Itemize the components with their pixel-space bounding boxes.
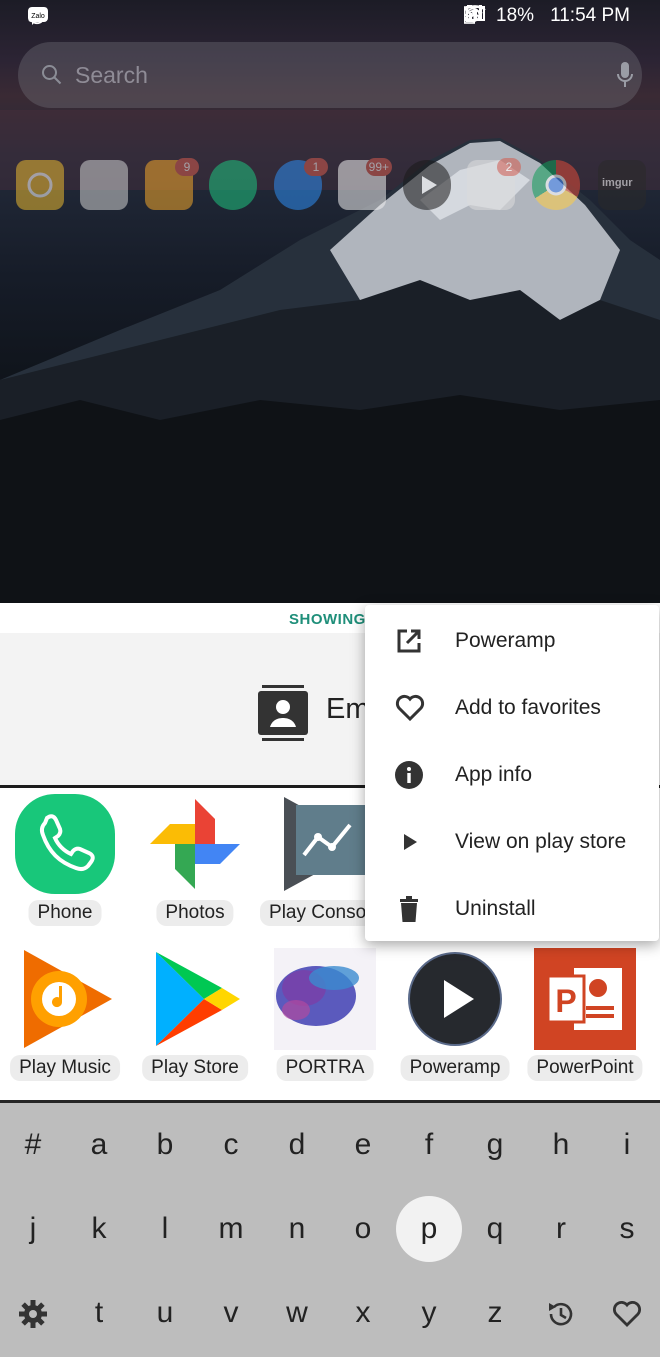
key-w[interactable]: w <box>264 1283 330 1343</box>
badge-count: 1 <box>304 158 328 176</box>
key-settings[interactable] <box>0 1283 66 1343</box>
social-folder-app-icon[interactable]: 2 <box>467 158 521 210</box>
app-label: Poweramp <box>400 1055 510 1081</box>
powerpoint-icon: P <box>534 948 636 1050</box>
home-app-row: 9 1 99+ 2 imgur <box>14 158 654 216</box>
key-i[interactable]: i <box>594 1115 660 1175</box>
svg-text:Zalo: Zalo <box>31 13 45 20</box>
contacts-icon <box>258 685 308 746</box>
badge-count: 2 <box>497 158 521 176</box>
heart-outline-icon <box>395 694 425 722</box>
menu-item-label: Add to favorites <box>455 696 601 719</box>
key-hash[interactable]: # <box>0 1115 66 1175</box>
wallpaper: Zalo 18% 11:54 PM Search 9 1 99+ 2 imgur <box>0 0 660 603</box>
key-t[interactable]: t <box>66 1283 132 1343</box>
menu-item-app-info[interactable]: App info <box>365 741 659 808</box>
key-f[interactable]: f <box>396 1115 462 1175</box>
key-b[interactable]: b <box>132 1115 198 1175</box>
key-y[interactable]: y <box>396 1283 462 1343</box>
open-external-icon <box>395 627 425 655</box>
app-label: PowerPoint <box>527 1055 643 1081</box>
app-label: Photos <box>156 900 234 926</box>
imgur-label: imgur <box>602 177 633 189</box>
play-console-icon <box>274 793 376 895</box>
app-label: PORTRA <box>276 1055 374 1081</box>
key-h[interactable]: h <box>528 1115 594 1175</box>
key-d[interactable]: d <box>264 1115 330 1175</box>
key-j[interactable]: j <box>0 1199 66 1259</box>
alphabet-keyboard: # a b c d e f g h i j k l m n o p q r s … <box>0 1100 660 1357</box>
history-icon <box>549 1302 573 1326</box>
chrome-beta-app-icon[interactable] <box>532 160 580 210</box>
poweramp-icon <box>404 948 506 1050</box>
menu-item-label: View on play store <box>455 830 627 853</box>
phone-app-icon[interactable] <box>209 160 257 210</box>
flower-app-icon[interactable] <box>16 160 64 210</box>
info-icon <box>395 761 425 789</box>
key-q[interactable]: q <box>462 1199 528 1259</box>
settings-gear-icon <box>19 1300 47 1329</box>
menu-item-open-poweramp[interactable]: Poweramp <box>365 607 659 674</box>
key-p[interactable]: p <box>396 1196 462 1262</box>
key-c[interactable]: c <box>198 1115 264 1175</box>
app-label: Play Music <box>10 1055 120 1081</box>
search-bar[interactable]: Search <box>18 42 642 108</box>
key-s[interactable]: s <box>594 1199 660 1259</box>
key-e[interactable]: e <box>330 1115 396 1175</box>
key-z[interactable]: z <box>462 1283 528 1343</box>
key-v[interactable]: v <box>198 1283 264 1343</box>
app-context-menu: Poweramp Add to favorites App info View … <box>365 605 659 941</box>
badge-count: 9 <box>175 158 199 176</box>
photos-pinwheel-icon <box>144 793 246 895</box>
key-m[interactable]: m <box>198 1199 264 1259</box>
app-label: Phone <box>28 900 102 926</box>
poweramp-app-icon[interactable] <box>403 160 451 210</box>
play-store-icon <box>144 948 246 1050</box>
messenger-app-icon[interactable]: 1 <box>274 158 328 210</box>
key-x[interactable]: x <box>330 1283 396 1343</box>
badge-count: 99+ <box>365 158 392 176</box>
google-folder-app-icon[interactable]: 99+ <box>338 158 392 210</box>
showing-label: SHOWING <box>289 611 366 628</box>
portra-icon <box>274 948 376 1050</box>
trash-icon <box>395 895 425 923</box>
key-a[interactable]: a <box>66 1115 132 1175</box>
menu-item-label: Poweramp <box>455 629 556 652</box>
svg-text:P: P <box>555 983 576 1019</box>
menu-item-add-to-favorites[interactable]: Add to favorites <box>365 674 659 741</box>
key-g[interactable]: g <box>462 1115 528 1175</box>
search-input[interactable]: Search <box>75 62 148 89</box>
key-favorites[interactable] <box>594 1283 660 1343</box>
status-bar: Zalo 18% 11:54 PM <box>0 0 660 34</box>
key-r[interactable]: r <box>528 1199 594 1259</box>
phone-icon <box>14 793 116 895</box>
key-l[interactable]: l <box>132 1199 198 1259</box>
app-label: Play Store <box>142 1055 248 1081</box>
play-music-icon <box>14 948 116 1050</box>
messages-app-icon[interactable]: 9 <box>145 158 199 210</box>
menu-item-uninstall[interactable]: Uninstall <box>365 875 659 942</box>
folder-app-icon[interactable] <box>80 160 128 210</box>
play-arrow-icon <box>395 828 425 856</box>
key-history[interactable] <box>528 1283 594 1343</box>
imgur-app-icon[interactable]: imgur <box>598 160 646 210</box>
key-o[interactable]: o <box>330 1199 396 1259</box>
menu-item-label: Uninstall <box>455 897 536 920</box>
key-n[interactable]: n <box>264 1199 330 1259</box>
battery-percent: 18% <box>496 5 535 26</box>
clock: 11:54 PM <box>550 5 630 26</box>
key-k[interactable]: k <box>66 1199 132 1259</box>
key-u[interactable]: u <box>132 1283 198 1343</box>
heart-outline-icon <box>613 1301 641 1328</box>
menu-item-label: App info <box>455 763 533 786</box>
category-label: Em <box>326 693 370 725</box>
menu-item-view-on-play-store[interactable]: View on play store <box>365 808 659 875</box>
